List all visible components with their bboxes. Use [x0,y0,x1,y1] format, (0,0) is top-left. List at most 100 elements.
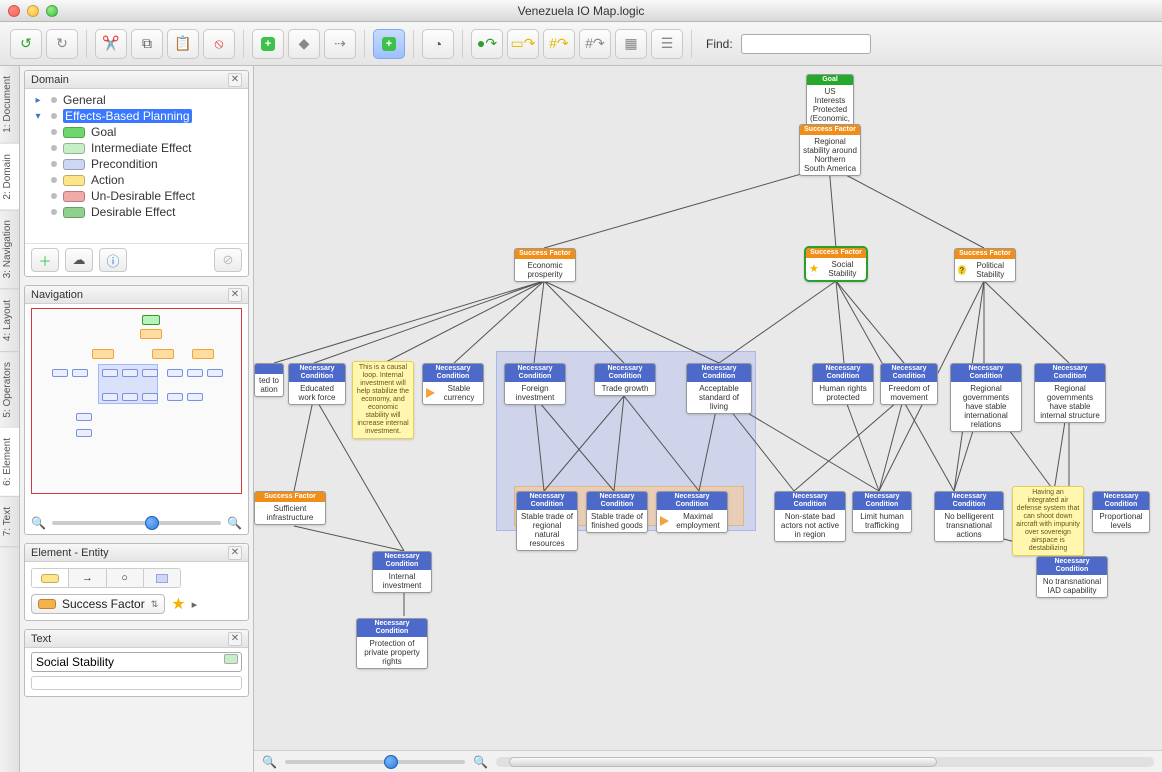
redo-icon: ↻ [56,35,68,52]
gray-tag-button[interactable]: #↷ [579,29,611,59]
undo-button[interactable]: ↺ [10,29,42,59]
domain-item-desirable[interactable]: Desirable Effect [25,204,248,220]
tree-toggle-icon[interactable]: ▸ [31,93,45,107]
domain-item-goal[interactable]: Goal [25,124,248,140]
node-sf-econ[interactable]: Success Factor Economic prosperity [514,248,576,282]
green-marker-button[interactable]: ●↷ [471,29,503,59]
add-node-button[interactable]: + [252,29,284,59]
domain-item-ebp[interactable]: ▾ Effects-Based Planning [25,108,248,124]
copy-button[interactable]: ⧉ [131,29,163,59]
domain-item-action[interactable]: Action [25,172,248,188]
node-sf-social[interactable]: Success Factor ★Social Stability [804,246,868,282]
grid-button[interactable]: ▦ [615,29,647,59]
add-child-button[interactable]: + [373,29,405,59]
domain-add-button[interactable]: ＋ [31,248,59,272]
list-button[interactable]: ☰ [651,29,683,59]
domain-item-general[interactable]: ▸ General [25,92,248,108]
cut-button[interactable]: ✂️ [95,29,127,59]
zoom-in-icon[interactable]: 🔍 [227,516,242,530]
zoom-out-icon[interactable]: 🔍 [31,516,46,530]
element-type-label: Success Factor [62,597,145,611]
canvas[interactable]: Goal US Interests Protected (Economic, P… [254,66,1162,772]
node-sf-top[interactable]: Success Factor Regional stability around… [799,124,861,176]
navigation-thumbnail[interactable] [31,308,242,494]
sidetab-navigation[interactable]: 3: Navigation [0,210,19,289]
node-nc-partial[interactable]: ted to ation [254,363,284,397]
sidetab-document[interactable]: 1: Document [0,66,19,144]
node-nc-foreign-inv[interactable]: Necessary Condition Foreign investment [504,363,566,405]
domain-b-button[interactable]: ☁ [65,248,93,272]
node-nc-property[interactable]: Necessary Condition Protection of privat… [356,618,428,669]
palette-close-button[interactable]: ✕ [228,73,242,87]
palette-close-button[interactable]: ✕ [228,546,242,560]
node-nc-trade-growth[interactable]: Necessary Condition Trade growth [594,363,656,396]
pie-tool-button[interactable]: ◔ [422,29,454,59]
node-nc-movement[interactable]: Necessary Condition Freedom of movement [880,363,938,405]
node-nc-goods[interactable]: Necessary Condition Stable trade of fini… [586,491,648,533]
connector-button[interactable]: ◆ [288,29,320,59]
node-sf-political[interactable]: Success Factor ?Political Stability [954,248,1016,282]
sidetab-operators[interactable]: 5: Operators [0,352,19,429]
zoom-out-icon[interactable]: 🔍 [262,755,277,769]
redo-button[interactable]: ↻ [46,29,78,59]
sidetab-element[interactable]: 6: Element [0,428,19,497]
palette-close-button[interactable]: ✕ [228,632,242,646]
domain-item-undesirable[interactable]: Un-Desirable Effect [25,188,248,204]
tag-gray-icon: #↷ [585,35,605,52]
node-sf-infra[interactable]: Success Factor Sufficient infrastructure [254,491,326,525]
color-swatch-icon[interactable] [224,654,238,664]
domain-palette: Domain ✕ ▸ General ▾ Effects-Based Plann… [24,70,249,277]
sidetab-layout[interactable]: 4: Layout [0,290,19,352]
node-nc-proportional[interactable]: Necessary Condition Proportional levels [1092,491,1150,533]
node-note-causal[interactable]: This is a causal loop. Internal investme… [352,361,414,439]
node-nc-relations[interactable]: Necessary Condition Regional governments… [950,363,1022,432]
palette-close-button[interactable]: ✕ [228,288,242,302]
node-nc-humanrights[interactable]: Necessary Condition Human rights protect… [812,363,874,405]
relation-button[interactable]: ⇢ [324,29,356,59]
paste-button[interactable]: 📋 [167,29,199,59]
star-icon[interactable]: ★ [171,594,185,614]
node-nc-structure[interactable]: Necessary Condition Regional governments… [1034,363,1106,423]
node-nc-edu[interactable]: Necessary Condition Educated work force [288,363,346,405]
copy-icon: ⧉ [142,35,152,52]
node-note-iads[interactable]: Having an integrated air defense system … [1012,486,1084,556]
tree-toggle-icon[interactable]: ▾ [31,109,45,123]
domain-item-intermediate[interactable]: Intermediate Effect [25,140,248,156]
element-tabstrip: → ○ [31,568,181,588]
cloud-icon: ☁ [73,252,86,268]
sidetab-domain[interactable]: 2: Domain [0,144,19,211]
element-tab-circle[interactable]: ○ [107,569,144,587]
node-nc-employment[interactable]: Necessary Condition Maximal employment [656,491,728,533]
domain-item-precondition[interactable]: Precondition [25,156,248,172]
chevron-right-icon[interactable]: ▸ [192,598,198,611]
zoom-in-icon[interactable]: 🔍 [473,755,488,769]
node-nc-belligerent[interactable]: Necessary Condition No belligerent trans… [934,491,1004,542]
node-nc-internal-inv[interactable]: Necessary Condition Internal investment [372,551,432,593]
canvas-zoom-slider[interactable] [285,760,465,764]
node-nc-resources[interactable]: Necessary Condition Stable trade of regi… [516,491,578,551]
node-nc-currency[interactable]: Necessary Condition Stable currency [422,363,484,405]
text-body-input[interactable] [31,676,242,690]
bullet-icon [51,145,57,151]
domain-info-button[interactable]: ⓘ [99,248,127,272]
node-nc-living[interactable]: Necessary Condition Acceptable standard … [686,363,752,414]
text-title-input[interactable] [31,652,242,672]
yellow-tag-button[interactable]: #↷ [543,29,575,59]
sidetab-text[interactable]: 7: Text [0,497,19,547]
element-tab-box[interactable] [144,569,180,587]
node-nc-trafficking[interactable]: Necessary Condition Limit human traffick… [852,491,912,533]
node-nc-iad[interactable]: Necessary Condition No transnational IAD… [1036,556,1108,598]
connector-icon: ◆ [299,35,310,52]
domain-list[interactable]: ▸ General ▾ Effects-Based Planning Goal [25,89,248,243]
find-input[interactable] [741,34,871,54]
element-tab-arrow[interactable]: → [69,569,106,587]
zoom-slider[interactable] [52,521,221,525]
element-type-select[interactable]: Success Factor ⇅ [31,594,165,614]
domain-disable-button[interactable]: ⊘ [214,248,242,272]
horizontal-scrollbar[interactable] [496,757,1154,767]
element-tab-entity[interactable] [32,569,69,587]
yellow-marker-button[interactable]: ▭↷ [507,29,539,59]
node-nc-badactors[interactable]: Necessary Condition Non-state bad actors… [774,491,846,542]
element-palette: Element - Entity ✕ → ○ Success Factor ⇅ [24,543,249,621]
delete-button[interactable]: ⦸ [203,29,235,59]
